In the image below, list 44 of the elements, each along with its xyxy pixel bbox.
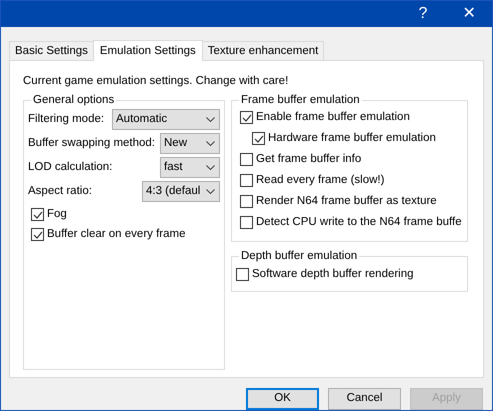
checkbox[interactable] bbox=[236, 268, 249, 281]
dropdown[interactable]: fast bbox=[160, 157, 220, 178]
checkbox-label: Fog bbox=[47, 206, 67, 222]
chevron-down-icon bbox=[206, 117, 215, 122]
chevron-down-icon bbox=[206, 141, 215, 146]
checkbox-label: Get frame buffer info bbox=[256, 152, 362, 167]
checkbox-label: Read every frame (slow!) bbox=[256, 172, 384, 188]
help-button[interactable]: ? bbox=[400, 1, 446, 27]
checkbox[interactable] bbox=[31, 228, 44, 241]
field-label: Filtering mode: bbox=[28, 112, 104, 127]
dropdown[interactable]: 4:3 (defaul bbox=[142, 181, 220, 202]
checkmark-icon bbox=[32, 210, 42, 218]
close-button[interactable]: ✕ bbox=[446, 1, 492, 27]
checkbox[interactable] bbox=[240, 111, 253, 124]
checkmark-icon bbox=[32, 230, 42, 238]
group-title: Depth buffer emulation bbox=[239, 248, 360, 264]
tab[interactable]: Basic Settings bbox=[9, 41, 94, 60]
checkbox-label: Enable frame buffer emulation bbox=[256, 110, 410, 125]
checkbox[interactable] bbox=[31, 208, 44, 221]
group-title: General options bbox=[31, 92, 116, 108]
checkbox[interactable] bbox=[240, 195, 253, 208]
checkbox-label: Hardware frame buffer emulation bbox=[268, 130, 436, 146]
checkbox-label: Buffer clear on every frame bbox=[47, 226, 186, 242]
chevron-down-icon bbox=[206, 165, 215, 170]
tab[interactable]: Texture enhancement bbox=[202, 41, 324, 60]
checkbox-label: Detect CPU write to the N64 frame buffe bbox=[256, 214, 462, 230]
dropdown[interactable]: Automatic bbox=[112, 109, 220, 130]
checkbox-label: Software depth buffer rendering bbox=[252, 266, 414, 282]
checkbox-label: Render N64 frame buffer as texture bbox=[256, 194, 437, 209]
checkbox[interactable] bbox=[240, 153, 253, 166]
dialog-button[interactable]: Cancel bbox=[328, 388, 401, 410]
field-label: Aspect ratio: bbox=[28, 184, 92, 199]
checkbox[interactable] bbox=[240, 216, 253, 229]
tab[interactable]: Emulation Settings bbox=[92, 40, 203, 61]
chevron-down-icon bbox=[206, 189, 215, 194]
checkmark-icon bbox=[242, 114, 252, 122]
checkmark-icon bbox=[254, 134, 264, 142]
dialog-button[interactable]: OK bbox=[246, 388, 319, 410]
dropdown[interactable]: New bbox=[160, 133, 220, 154]
checkbox[interactable] bbox=[240, 174, 253, 187]
field-label: LOD calculation: bbox=[28, 160, 112, 175]
intro-text: Current game emulation settings. Change with care! bbox=[23, 74, 290, 89]
checkbox[interactable] bbox=[252, 132, 265, 145]
field-label: Buffer swapping method: bbox=[28, 136, 156, 151]
